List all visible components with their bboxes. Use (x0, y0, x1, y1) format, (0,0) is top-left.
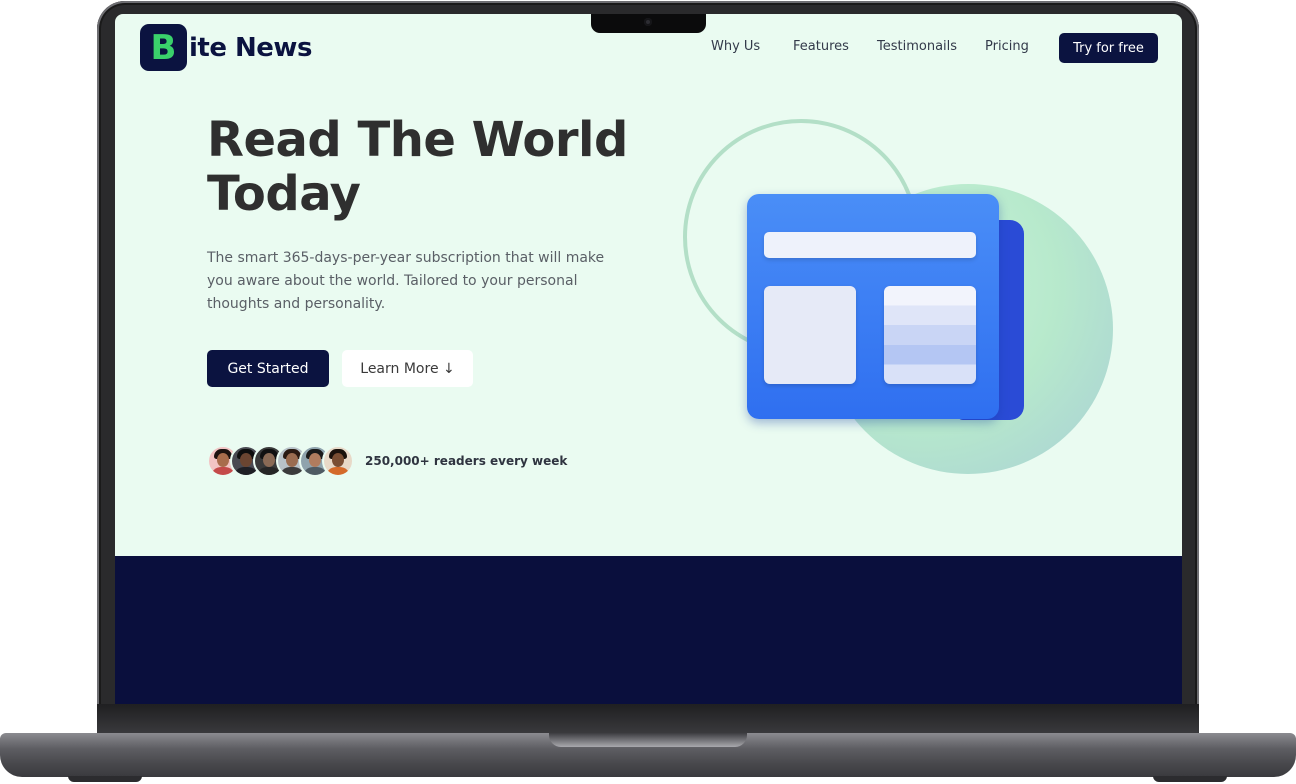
nav-link-testimonials[interactable]: Testimonails (877, 39, 957, 54)
newspaper-image-block (764, 286, 856, 384)
try-for-free-button[interactable]: Try for free (1059, 33, 1158, 63)
next-section-band (115, 556, 1182, 704)
newspaper-illustration (675, 114, 1113, 494)
hero-title: Read The World Today (207, 112, 647, 222)
newspaper-headline-bar (764, 232, 976, 258)
camera-notch (591, 14, 706, 33)
learn-more-button[interactable]: Learn More ↓ (342, 350, 473, 387)
nav-link-why-us[interactable]: Why Us (711, 39, 760, 54)
logo-mark: B (140, 24, 187, 71)
hero-title-line2: Today (207, 165, 361, 222)
newspaper-text-block (884, 286, 976, 384)
laptop-foot-left (68, 776, 142, 782)
laptop-opening-notch (549, 733, 747, 747)
hero-title-line1: Read The World (207, 112, 628, 168)
logo-wordmark: ite News (189, 32, 312, 63)
hero-subtitle: The smart 365-days-per-year subscription… (207, 250, 605, 312)
site-logo[interactable]: B ite News (140, 24, 312, 71)
readers-social-proof: 250,000+ readers every week (207, 445, 567, 477)
camera-icon (644, 18, 652, 26)
laptop-screen: B ite News Why Us Features Testimonails … (115, 14, 1182, 704)
avatar (322, 445, 354, 477)
nav-link-features[interactable]: Features (793, 39, 849, 54)
laptop-foot-right (1153, 776, 1227, 782)
nav-link-pricing[interactable]: Pricing (985, 39, 1029, 54)
laptop-chin (97, 704, 1199, 734)
get-started-button[interactable]: Get Started (207, 350, 329, 387)
readers-count-text: 250,000+ readers every week (365, 454, 568, 468)
newspaper-icon (747, 194, 999, 419)
